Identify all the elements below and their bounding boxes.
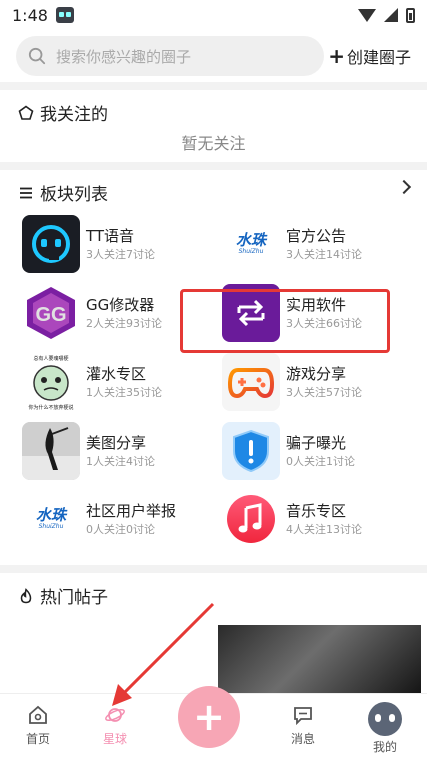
battery-icon [406, 7, 415, 23]
board-item-report[interactable]: 水珠 ShuiZhu 社区用户举报 0人关注0讨论 [22, 490, 176, 548]
board-name: 官方公告 [286, 226, 347, 245]
board-item-official[interactable]: 水珠 ShuiZhu 官方公告 3人关注14讨论 [222, 215, 362, 273]
shuizhu-logo-icon: 水珠 ShuiZhu [22, 490, 80, 548]
nav-home-label: 首页 [25, 732, 50, 746]
search-icon [28, 47, 46, 65]
board-item-games[interactable]: 游戏分享 3人关注57讨论 [222, 353, 362, 411]
board-item-tt-voice[interactable]: TT语音 3人关注7讨论 [22, 215, 155, 273]
logo-text: 水珠 [35, 506, 66, 524]
boards-title-text: 板块列表 [40, 185, 108, 205]
app-notification-icon [55, 7, 74, 23]
board-name: 骗子曝光 [286, 433, 347, 452]
board-name: 游戏分享 [286, 364, 347, 383]
board-stats: 2人关注93讨论 [86, 316, 162, 330]
empty-following-text: 暂无关注 [181, 134, 246, 153]
create-circle-button[interactable]: + 创建圈子 [328, 44, 411, 68]
hot-posts-title-text: 热门帖子 [40, 588, 108, 608]
logo-text: 水珠 [235, 231, 266, 249]
nav-mine-label: 我的 [372, 740, 397, 754]
board-stats: 3人关注57讨论 [286, 385, 362, 399]
board-name: TT语音 [86, 226, 135, 245]
highlight-annotation [180, 289, 390, 353]
board-item-music[interactable]: 音乐专区 4人关注13讨论 [222, 490, 362, 548]
meme-bottom-text: 你为什么不放弃梗说 [28, 404, 73, 411]
home-icon [29, 705, 47, 724]
status-time: 1:48 [12, 5, 48, 25]
status-icons [358, 7, 415, 23]
meme-top-text: 总有人要魂嚼梗 [33, 355, 68, 362]
logo-subtext: ShuiZhu [38, 523, 64, 530]
shield-alert-icon [222, 422, 280, 480]
logo-subtext: ShuiZhu [238, 248, 264, 255]
create-circle-label: 创建圈子 [346, 48, 411, 67]
following-title: 我关注的 [18, 100, 108, 125]
hot-post-thumbnail[interactable] [218, 625, 421, 695]
board-item-water[interactable]: 总有人要魂嚼梗 你为什么不放弃梗说 灌水专区 1人关注35讨论 [22, 353, 162, 411]
board-stats: 1人关注35讨论 [86, 385, 162, 399]
plus-icon: + [328, 44, 345, 68]
nav-planet[interactable]: 星球 [85, 704, 145, 747]
board-name: 灌水专区 [86, 364, 147, 383]
signal-icon [384, 8, 398, 22]
nav-messages-label: 消息 [290, 732, 315, 746]
following-section: 我关注的 暂无关注 [0, 90, 427, 162]
create-post-button[interactable]: + [178, 686, 240, 748]
avatar [368, 702, 402, 736]
board-item-scam[interactable]: 骗子曝光 0人关注1讨论 [222, 422, 355, 480]
board-name: 社区用户举报 [86, 501, 177, 520]
wifi-icon [358, 8, 376, 22]
plus-icon: + [193, 695, 225, 739]
board-stats: 3人关注7讨论 [86, 247, 155, 261]
gamepad-icon [222, 353, 280, 411]
search-input[interactable]: 搜索你感兴趣的圈子 [16, 36, 324, 76]
music-note-icon [222, 490, 280, 548]
board-stats: 3人关注14讨论 [286, 247, 362, 261]
list-icon [20, 187, 32, 198]
tt-voice-icon [22, 215, 80, 273]
nav-messages[interactable]: 消息 [273, 704, 333, 747]
planet-icon [105, 708, 125, 722]
shuizhu-logo-icon: 水珠 ShuiZhu [222, 215, 280, 273]
boards-title: 板块列表 [18, 180, 108, 205]
hot-posts-title: 热门帖子 [18, 583, 108, 608]
board-name: GG修改器 [86, 295, 155, 314]
search-placeholder: 搜索你感兴趣的圈子 [56, 47, 192, 66]
board-name: 美图分享 [86, 433, 147, 452]
chevron-right-icon[interactable] [396, 179, 412, 195]
nav-mine[interactable]: 我的 [355, 702, 415, 755]
board-item-photos[interactable]: 美图分享 1人关注4讨论 [22, 422, 155, 480]
board-name: 音乐专区 [286, 501, 347, 520]
following-title-text: 我关注的 [40, 105, 108, 125]
board-stats: 4人关注13讨论 [286, 522, 362, 536]
gg-modifier-icon: GG [22, 284, 80, 342]
meme-face-icon: 总有人要魂嚼梗 你为什么不放弃梗说 [22, 353, 80, 411]
status-bar: 1:48 [0, 0, 427, 30]
board-stats: 0人关注0讨论 [86, 522, 155, 536]
message-icon [294, 707, 312, 726]
flame-icon [20, 587, 32, 603]
nav-planet-label: 星球 [102, 732, 127, 746]
board-stats: 0人关注1讨论 [286, 454, 355, 468]
nav-home[interactable]: 首页 [8, 704, 68, 747]
board-stats: 1人关注4讨论 [86, 454, 155, 468]
svg-text:GG: GG [35, 304, 66, 326]
search-header: 搜索你感兴趣的圈子 + 创建圈子 [0, 30, 427, 82]
photo-thumbnail [22, 422, 80, 480]
board-item-gg[interactable]: GG GG修改器 2人关注93讨论 [22, 284, 162, 342]
pentagon-icon [18, 105, 34, 120]
